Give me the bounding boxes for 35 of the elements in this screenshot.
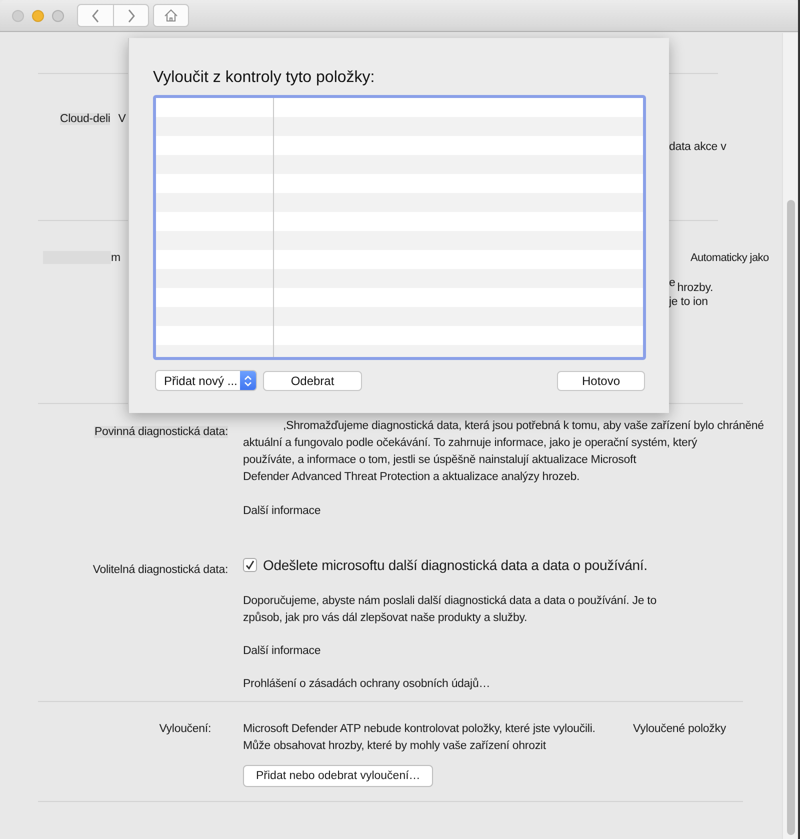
privacy-link[interactable]: Prohlášení o zásadách ochrany osobních údajů… xyxy=(243,678,490,690)
sheet-title: Vyloučit z kontroly tyto položky: xyxy=(153,68,376,88)
description-fragment: e xyxy=(669,277,676,289)
section-label: Volitelná diagnostická data: xyxy=(92,564,228,576)
side-label: Vyloučené položky xyxy=(633,723,727,735)
description-fragment: data akce v xyxy=(669,141,726,153)
add-remove-exclusions-button[interactable]: Přidat nebo odebrat vyloučení… xyxy=(243,765,434,787)
scrollbar-thumb[interactable] xyxy=(787,200,795,835)
description-text: Microsoft Defender ATP nebude kontrolovat položky, které jste vyloučili. xyxy=(243,723,596,735)
option-label: Automaticky jako xyxy=(690,252,769,264)
more-info-link[interactable]: Další informace xyxy=(243,645,321,657)
more-info-link[interactable]: Další informace xyxy=(243,505,321,517)
zoom-button[interactable] xyxy=(52,10,64,22)
description-fragment: je to ion xyxy=(669,296,708,308)
remove-button[interactable]: Odebrat xyxy=(263,370,362,390)
section-label: Cloud-deli xyxy=(60,113,110,125)
section-label: Povinná diagnostická data: xyxy=(94,426,228,438)
label-fragment: m xyxy=(111,252,120,264)
exclusion-list[interactable] xyxy=(153,95,646,360)
close-button[interactable] xyxy=(12,10,24,22)
checkbox-label: Odešlete microsoftu další diagnostická data a data o používání. xyxy=(263,557,648,573)
section-label: Vyloučení: xyxy=(159,723,212,735)
checkbox[interactable] xyxy=(243,558,257,572)
label-fragment: V xyxy=(118,113,126,125)
done-button[interactable]: Hotovo xyxy=(557,370,645,390)
description-text: Může obsahovat hrozby, které by mohly vaše zařízení ohrozit xyxy=(243,740,546,752)
home-icon xyxy=(164,9,178,22)
description-fragment: hrozby. xyxy=(677,282,714,294)
checkmark-icon xyxy=(245,560,255,570)
description-text: Doporučujeme, abyste nám poslali další diagnostická data a data o používání. Je to způsob, jak pro vás dál zlepšovat naše produkty a služby. xyxy=(243,594,658,626)
stepper-icon xyxy=(244,374,252,386)
add-popup[interactable]: Přidat nový ... xyxy=(155,370,257,391)
minimize-button[interactable] xyxy=(32,10,44,22)
description-text: ,Shromažďujeme diagnostická data, která jsou potřebná k tomu, aby vaše zařízení bylo chráněné aktuální a fungovalo podle očekávání. To zahrnuje informace, jako je operační systém, který používáte, a informace o tom, jestli se úspěšně nainstalují aktualizace Microsoft Defender Advanced Threat Protection a aktualizace analýzy hrozeb. xyxy=(243,419,764,485)
home-button[interactable] xyxy=(153,4,189,27)
